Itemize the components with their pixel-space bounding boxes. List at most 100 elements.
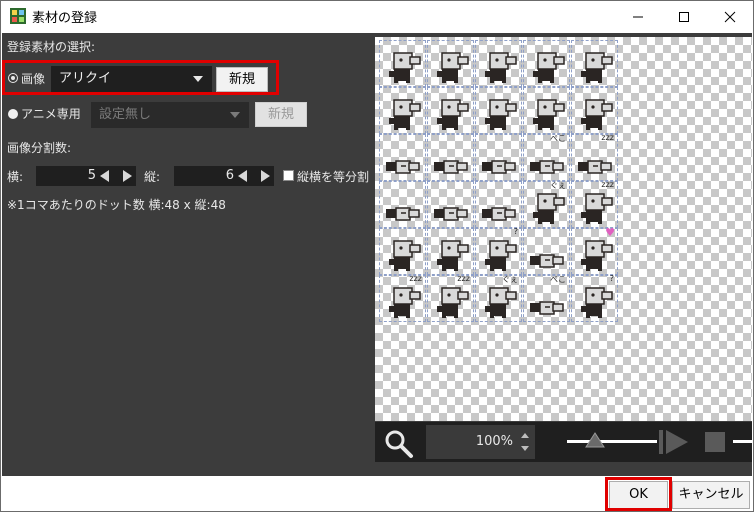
sprite-cell: zzz xyxy=(571,180,618,228)
sprite-annotation: zzz xyxy=(409,274,422,283)
horizontal-increment-icon[interactable] xyxy=(123,170,132,182)
anteater-sprite xyxy=(437,52,469,83)
preview-toolbar: 100% xyxy=(375,422,752,462)
stop-icon[interactable] xyxy=(704,431,726,453)
minimize-button[interactable] xyxy=(615,1,661,32)
vertical-field[interactable]: 6 xyxy=(174,166,274,186)
cancel-button[interactable]: キャンセル xyxy=(672,481,750,509)
anteater-sprite xyxy=(485,52,517,83)
sprite-cell xyxy=(427,134,474,181)
sprite-cell: ♥ xyxy=(571,226,618,275)
preview-scrollbar[interactable] xyxy=(733,440,752,443)
anteater-sprite xyxy=(530,254,564,268)
zoom-value: 100% xyxy=(475,434,513,449)
anteater-sprite xyxy=(482,160,516,174)
anteater-sprite xyxy=(434,160,468,174)
highlight-ok-button xyxy=(605,477,672,511)
maximize-icon xyxy=(679,11,689,22)
anime-combo-value: 設定無し xyxy=(99,107,152,122)
sprite-annotation: ぐぇ xyxy=(502,275,518,284)
sprite-annotation: ぐぇ xyxy=(550,181,566,190)
sprite-cell xyxy=(523,87,570,134)
vertical-decrement-icon[interactable] xyxy=(238,170,247,182)
anime-radio-label: アニメ専用 xyxy=(21,107,81,121)
anime-new-button[interactable]: 新規 xyxy=(255,102,307,127)
minimize-icon xyxy=(633,16,643,17)
sprite-cell: ぐぇ xyxy=(475,275,522,322)
equal-split-label: 縦横を等分割 xyxy=(297,170,370,184)
sprite-cell: ぐぇ xyxy=(523,181,570,228)
horizontal-field[interactable]: 5 xyxy=(36,166,136,186)
sprite-cell: zzz xyxy=(427,274,474,322)
sprite-annotation: zzz xyxy=(457,274,470,283)
heart-icon: ♥ xyxy=(605,226,615,239)
sprite-cell xyxy=(475,87,522,134)
sprite-cell xyxy=(379,134,426,181)
anteater-sprite xyxy=(485,99,517,130)
sprite-cell xyxy=(427,228,474,275)
anteater-sprite xyxy=(386,207,420,221)
split-count-label: 画像分割数: xyxy=(7,141,72,155)
anteater-sprite xyxy=(437,240,469,271)
horizontal-label: 横: xyxy=(7,170,24,184)
anteater-sprite xyxy=(437,99,469,130)
sprite-cell: ぺこ xyxy=(523,275,570,322)
anime-radio[interactable] xyxy=(8,109,18,119)
sprite-cell: ? xyxy=(475,227,522,275)
play-icon[interactable] xyxy=(658,428,690,456)
highlight-image-row xyxy=(2,60,279,95)
sprite-annotation: ぺこ xyxy=(550,134,566,143)
sprite-cell: ? xyxy=(571,274,618,322)
sprite-cell: zzz xyxy=(571,133,618,181)
maximize-button[interactable] xyxy=(661,1,707,32)
sprite-cell xyxy=(379,181,426,228)
main-panel: 登録素材の選択: 画像 アリクイ 新規 アニメ専用 設定無し 新規 画像分割数:… xyxy=(2,33,752,476)
equal-split-checkbox[interactable] xyxy=(283,170,294,181)
sprite-cell xyxy=(523,228,570,275)
vertical-value: 6 xyxy=(225,168,234,183)
sprite-annotation: ? xyxy=(609,274,614,283)
sprite-cell xyxy=(571,40,618,87)
zoom-slider-thumb-icon[interactable] xyxy=(585,431,605,448)
sprite-cell xyxy=(475,134,522,181)
chevron-down-icon xyxy=(230,112,240,118)
sprite-cell xyxy=(379,40,426,87)
horizontal-decrement-icon[interactable] xyxy=(100,170,109,182)
sprite-cell xyxy=(475,181,522,228)
anteater-sprite xyxy=(533,99,565,130)
sprite-preview[interactable]: ぺこ zzz ぐぇ zzz? ♥ zzz zzz ぐぇ ぺこ? xyxy=(375,37,752,421)
sprite-cell: ぺこ xyxy=(523,134,570,181)
anteater-sprite xyxy=(533,52,565,83)
zoom-icon[interactable] xyxy=(384,429,414,459)
sprite-annotation: ? xyxy=(513,227,518,236)
horizontal-value: 5 xyxy=(87,168,96,183)
zoom-slider-track[interactable] xyxy=(567,440,657,443)
close-button[interactable] xyxy=(707,1,753,32)
zoom-field[interactable]: 100% xyxy=(426,425,535,459)
title-bar: 素材の登録 xyxy=(1,1,753,32)
select-material-label: 登録素材の選択: xyxy=(7,40,96,54)
anteater-sprite xyxy=(389,240,421,271)
anteater-sprite xyxy=(581,99,613,130)
window-title: 素材の登録 xyxy=(32,11,98,26)
sprite-cell xyxy=(571,87,618,134)
vertical-label: 縦: xyxy=(144,170,161,184)
sprite-annotation: zzz xyxy=(601,180,614,189)
anime-combo[interactable]: 設定無し xyxy=(91,102,249,128)
dialog-window: 素材の登録 登録素材の選択: 画像 アリクイ 新規 アニメ専用 設定無し 新規 xyxy=(0,0,754,512)
zoom-spinner-icon[interactable] xyxy=(520,428,530,456)
anteater-sprite xyxy=(386,160,420,174)
anteater-sprite xyxy=(482,207,516,221)
dot-size-info: ※1コマあたりのドット数 横:48 x 縦:48 xyxy=(7,198,226,212)
anteater-sprite xyxy=(389,99,421,130)
close-icon xyxy=(724,11,736,22)
sprite-cell xyxy=(427,40,474,87)
sprite-cell xyxy=(475,40,522,87)
anteater-sprite xyxy=(581,52,613,83)
sprite-cell: zzz xyxy=(379,274,426,322)
sprite-annotation: ぺこ xyxy=(550,275,566,284)
vertical-increment-icon[interactable] xyxy=(261,170,270,182)
anteater-sprite xyxy=(389,52,421,83)
sprite-cell xyxy=(427,87,474,134)
sprite-cell xyxy=(379,228,426,275)
